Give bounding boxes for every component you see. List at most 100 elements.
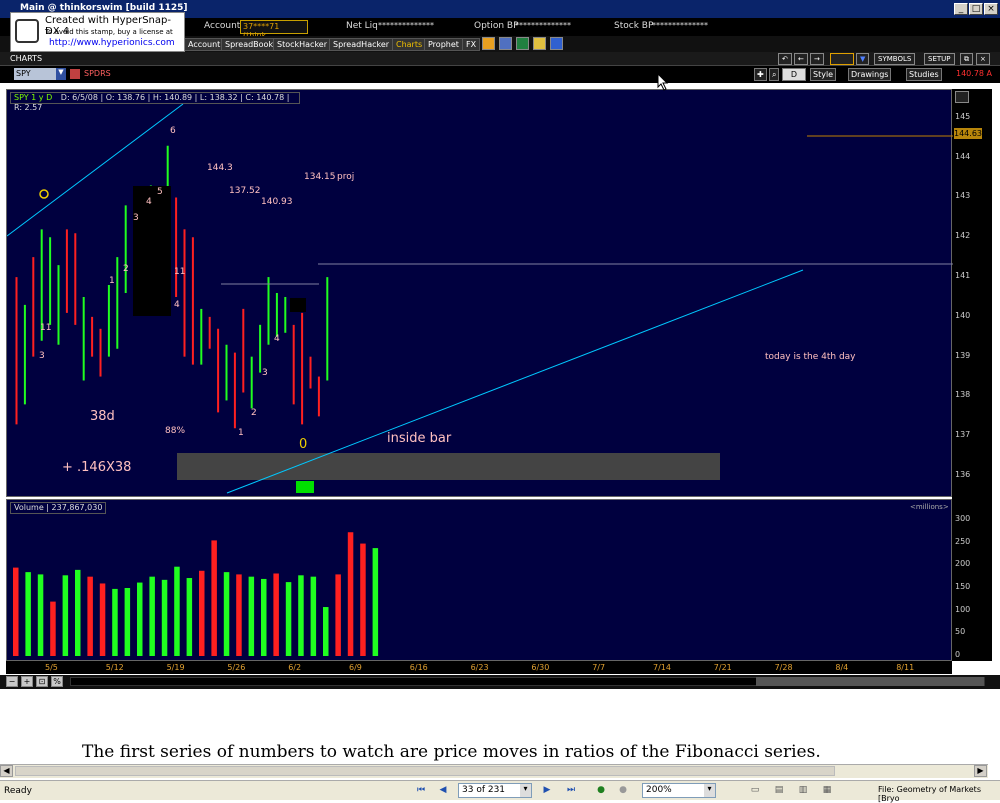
scroll-right-icon[interactable]: ▶ xyxy=(974,765,987,777)
setup-button[interactable]: SETUP xyxy=(924,53,955,65)
chart-annotation: inside bar xyxy=(387,431,452,446)
volume-axis-tick: 150 xyxy=(955,582,971,591)
volume-bar xyxy=(25,572,31,656)
axis-settings-icon[interactable] xyxy=(955,91,969,103)
volume-chart[interactable] xyxy=(6,499,952,661)
symbol-input[interactable]: SPY xyxy=(14,68,58,80)
chart-annotation: 144.3 xyxy=(207,163,233,173)
date-axis-tick: 6/2 xyxy=(288,663,302,672)
date-axis-tick: 5/5 xyxy=(45,663,58,672)
tab-prophet[interactable]: Prophet xyxy=(424,38,463,51)
fit-icon[interactable]: ⊡ xyxy=(36,676,48,687)
single-page-icon[interactable]: ▭ xyxy=(748,784,762,798)
help-icon[interactable] xyxy=(550,37,563,50)
tab-charts[interactable]: Charts xyxy=(392,38,427,51)
netliq-value: ************** xyxy=(378,21,434,30)
last-page-icon[interactable]: ⏭ xyxy=(564,784,578,798)
page-dropdown-icon[interactable]: ▾ xyxy=(520,784,531,797)
alert-icon[interactable] xyxy=(482,37,495,50)
volume-bar xyxy=(87,576,93,656)
zoom-icon[interactable]: ⌕ xyxy=(769,68,780,81)
back-history-icon[interactable]: ● xyxy=(594,784,608,798)
close-button[interactable]: × xyxy=(984,3,998,15)
drawings-button[interactable]: Drawings xyxy=(848,68,892,81)
price-axis xyxy=(952,89,992,661)
tab-spreadhacker[interactable]: SpreadHacker xyxy=(329,38,394,51)
next-page-icon[interactable]: ▶ xyxy=(540,784,554,798)
period-selector[interactable]: D xyxy=(782,68,806,81)
hypersnap-stamp: Created with HyperSnap-DX 4 To avoid thi… xyxy=(10,12,185,52)
forward-history-icon[interactable]: ● xyxy=(616,784,630,798)
date-axis-tick: 8/4 xyxy=(835,663,849,672)
style-button[interactable]: Style xyxy=(810,68,837,81)
undo-icon[interactable]: ↶ xyxy=(778,53,792,65)
volume-bar xyxy=(99,583,106,656)
back-icon[interactable]: ← xyxy=(794,53,808,65)
stamp-link[interactable]: http://www.hyperionics.com xyxy=(49,38,175,48)
tab-spreadbook[interactable]: SpreadBook xyxy=(221,38,278,51)
date-axis-tick: 8/11 xyxy=(896,663,915,672)
layout-dropdown-icon[interactable]: ▼ xyxy=(856,53,870,65)
volume-bar xyxy=(223,572,230,656)
people-icon[interactable] xyxy=(499,37,512,50)
percent-icon[interactable]: % xyxy=(51,676,63,687)
price-chart-svg[interactable]: 144.3 137.52140.93 134.15 proj today is the … xyxy=(6,90,953,498)
mouse-cursor-icon xyxy=(657,73,669,91)
continuous-icon[interactable]: ▤ xyxy=(772,784,786,798)
tab-stockhacker[interactable]: StockHacker xyxy=(273,38,332,51)
volume-bar xyxy=(372,548,379,656)
date-axis-tick: 7/28 xyxy=(774,663,793,672)
document-text: The first series of numbers to watch are… xyxy=(82,742,821,762)
wave-count-label: 4 xyxy=(274,334,280,344)
optionbp-value: ************** xyxy=(515,21,571,30)
forward-icon[interactable]: → xyxy=(810,53,824,65)
panel-close-icon[interactable]: × xyxy=(976,53,990,65)
chart-annotation: today is the 4th day xyxy=(765,352,856,362)
charts-title: CHARTS xyxy=(10,54,43,63)
volume-bar xyxy=(174,566,180,656)
zoom-in-icon[interactable]: + xyxy=(21,676,33,687)
account-select[interactable]: 37****71 (think... xyxy=(240,20,308,40)
chart-annotation: proj xyxy=(337,172,354,182)
tab-account[interactable]: Account xyxy=(184,38,225,51)
minimize-button[interactable]: _ xyxy=(954,3,968,15)
date-axis-tick: 7/14 xyxy=(653,663,671,672)
zoom-out-icon[interactable]: − xyxy=(6,676,18,687)
price-chart[interactable]: 144.3 137.52 140.93 134.15 proj today is the … xyxy=(6,89,953,498)
crosshair-icon[interactable]: ✚ xyxy=(754,68,767,81)
scroll-thumb[interactable] xyxy=(756,677,984,686)
volume-bar xyxy=(124,588,131,656)
studies-button[interactable]: Studies xyxy=(906,68,942,81)
symbol-dropdown-icon[interactable]: ▼ xyxy=(56,68,66,80)
note-icon[interactable] xyxy=(533,37,546,50)
scroll-left-icon[interactable]: ◀ xyxy=(0,765,13,777)
price-axis-tick: 142 xyxy=(955,231,971,241)
detach-icon[interactable]: ⧉ xyxy=(960,53,973,65)
symbol-link-icon[interactable] xyxy=(70,69,80,79)
volume-bar xyxy=(335,574,341,656)
layout-grid-icon[interactable] xyxy=(830,53,854,65)
camera-icon xyxy=(15,19,39,43)
chart-annotation: 137.52 xyxy=(229,186,261,196)
volume-bar xyxy=(37,574,44,656)
chart-icon[interactable] xyxy=(516,37,529,50)
wave-count-label: 2 xyxy=(251,408,257,418)
volume-bar xyxy=(199,570,205,656)
ohlc-info: SPY 1 y D D: 6/5/08 | O: 138.76 | H: 140… xyxy=(10,92,300,112)
volume-chart-svg[interactable] xyxy=(7,500,953,662)
facing-icon[interactable]: ▥ xyxy=(796,784,810,798)
symbols-button[interactable]: SYMBOLS xyxy=(874,53,916,65)
chart-annotation: 38d xyxy=(90,409,115,424)
info-open: O: 138.76 xyxy=(105,93,146,102)
continuous-facing-icon[interactable]: ▦ xyxy=(820,784,834,798)
volume-bar xyxy=(360,543,366,656)
prev-page-icon[interactable]: ◀ xyxy=(436,784,450,798)
date-axis-tick: 5/26 xyxy=(227,663,246,672)
zoom-dropdown-icon[interactable]: ▾ xyxy=(704,784,715,797)
info-close: C: 140.78 xyxy=(245,93,285,102)
tab-fx[interactable]: FX xyxy=(462,38,481,51)
first-page-icon[interactable]: ⏮ xyxy=(414,784,428,798)
price-axis-tick: 138 xyxy=(955,390,971,400)
document-scroll-thumb[interactable] xyxy=(15,766,835,776)
maximize-button[interactable]: □ xyxy=(969,3,983,15)
